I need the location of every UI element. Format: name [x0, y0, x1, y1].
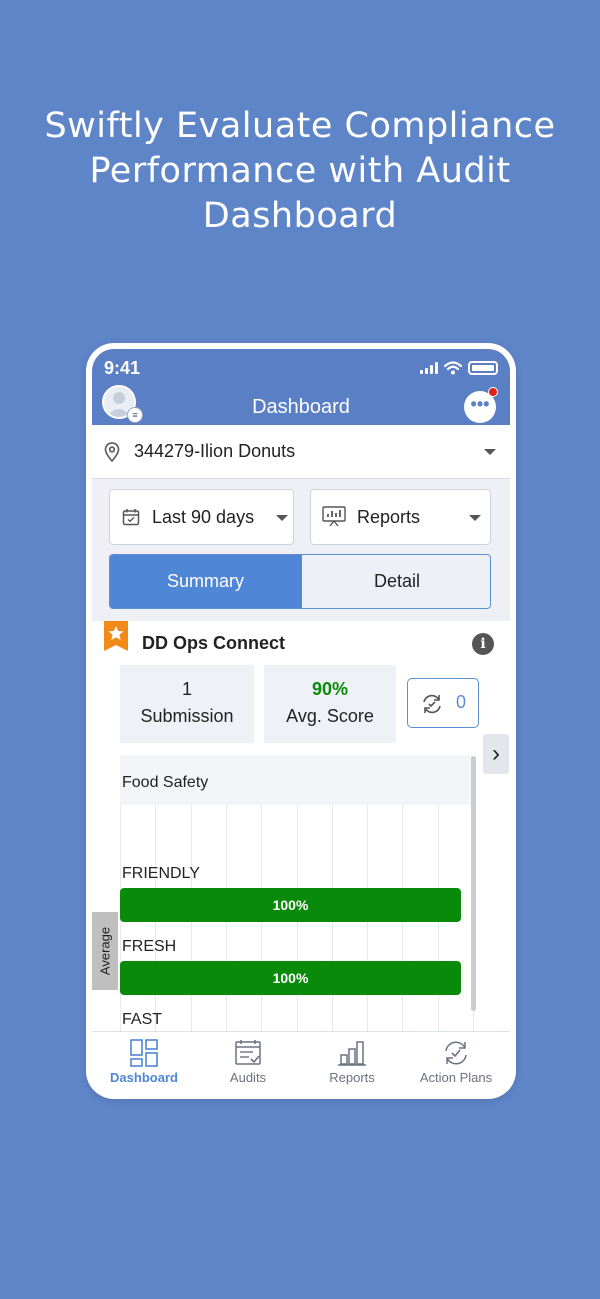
wifi-icon — [444, 361, 462, 375]
card-title: DD Ops Connect — [142, 633, 286, 653]
chevron-right-icon[interactable]: › — [483, 734, 509, 774]
refresh-cycle-icon — [423, 694, 441, 714]
status-icons — [420, 361, 498, 375]
reports-dropdown[interactable]: Reports — [310, 489, 491, 545]
notification-dot-icon — [488, 387, 498, 397]
nav-dashboard-label: Dashboard — [110, 1070, 178, 1085]
bar-friendly[interactable]: 100% — [120, 888, 461, 922]
app-header: 9:41 ≡ Dashboard ••• — [92, 349, 510, 425]
page-title: Dashboard — [252, 396, 350, 418]
info-icon[interactable]: i — [472, 633, 494, 655]
bar-value-label: 100% — [272, 897, 309, 913]
bottom-navigation: Dashboard Audits Reports Action Plans — [92, 1031, 510, 1093]
calendar-icon — [122, 509, 140, 526]
avg-score-value: 90% — [311, 679, 349, 699]
nav-reports[interactable]: Reports — [300, 1032, 404, 1093]
headline-line-1: Swiftly Evaluate Compliance — [44, 106, 556, 146]
battery-icon — [468, 361, 498, 375]
action-plans-count-button[interactable]: 0 — [407, 678, 479, 728]
view-toggle: Summary Detail — [109, 554, 491, 609]
reports-icon — [338, 1041, 366, 1066]
action-plans-icon — [445, 1041, 467, 1065]
avg-score-stat: 90% Avg. Score — [264, 665, 396, 743]
status-time: 9:41 — [104, 358, 141, 378]
audits-icon — [235, 1040, 261, 1065]
star-flag-icon — [104, 621, 128, 651]
tab-detail[interactable]: Detail — [301, 555, 490, 608]
nav-reports-label: Reports — [329, 1070, 375, 1085]
phone-frame: 9:41 ≡ Dashboard ••• 344279-Ilion Donuts… — [86, 343, 516, 1099]
cellular-signal-icon — [420, 362, 438, 374]
avg-score-label: Avg. Score — [286, 706, 374, 726]
submissions-count: 1 — [181, 679, 192, 699]
chevron-down-icon — [276, 515, 288, 521]
date-range-dropdown[interactable]: Last 90 days — [109, 489, 294, 545]
bar-fresh[interactable]: 100% — [120, 961, 461, 995]
nav-dashboard[interactable]: Dashboard — [92, 1032, 196, 1093]
submissions-label: Submission — [140, 706, 234, 726]
headline-line-2: Performance with Audit — [89, 151, 511, 191]
average-side-tab[interactable]: Average — [92, 912, 118, 990]
location-value: 344279-Ilion Donuts — [134, 441, 296, 461]
chevron-down-icon — [469, 515, 481, 521]
bar-value-label: 100% — [272, 970, 309, 986]
presentation-chart-icon — [322, 506, 346, 527]
chart-scrollbar[interactable] — [471, 756, 476, 1011]
nav-audits-label: Audits — [229, 1070, 267, 1085]
app-screen: 9:41 ≡ Dashboard ••• 344279-Ilion Donuts… — [92, 349, 510, 1093]
headline: Swiftly Evaluate Compliance Performance … — [0, 104, 600, 239]
action-plans-count: 0 — [455, 692, 466, 712]
date-range-label: Last 90 days — [152, 507, 255, 527]
nav-action-plans-label: Action Plans — [419, 1070, 493, 1085]
bar-label-fresh: FRESH — [122, 938, 177, 955]
submissions-stat: 1 Submission — [120, 665, 254, 743]
average-tab-label: Average — [97, 926, 113, 976]
location-selector[interactable]: 344279-Ilion Donuts — [92, 425, 510, 479]
dashboard-icon — [130, 1039, 158, 1067]
bar-label-friendly: FRIENDLY — [122, 865, 200, 882]
reports-label: Reports — [357, 507, 421, 527]
chart-title: Food Safety — [122, 774, 209, 791]
chevron-down-icon — [484, 449, 496, 455]
tab-summary[interactable]: Summary — [110, 555, 301, 608]
headline-line-3: Dashboard — [202, 196, 398, 236]
location-pin-icon — [104, 442, 120, 462]
chart-section-header: Food Safety — [120, 755, 472, 805]
nav-audits[interactable]: Audits — [196, 1032, 300, 1093]
summary-card: DD Ops Connect i 1 Submission 90% Avg. S… — [92, 621, 510, 1031]
nav-action-plans[interactable]: Action Plans — [404, 1032, 508, 1093]
bar-label-fast: FAST — [122, 1011, 163, 1028]
score-chart: Food Safety FRIENDLY 100% FRESH 100% FAST — [120, 755, 478, 1031]
